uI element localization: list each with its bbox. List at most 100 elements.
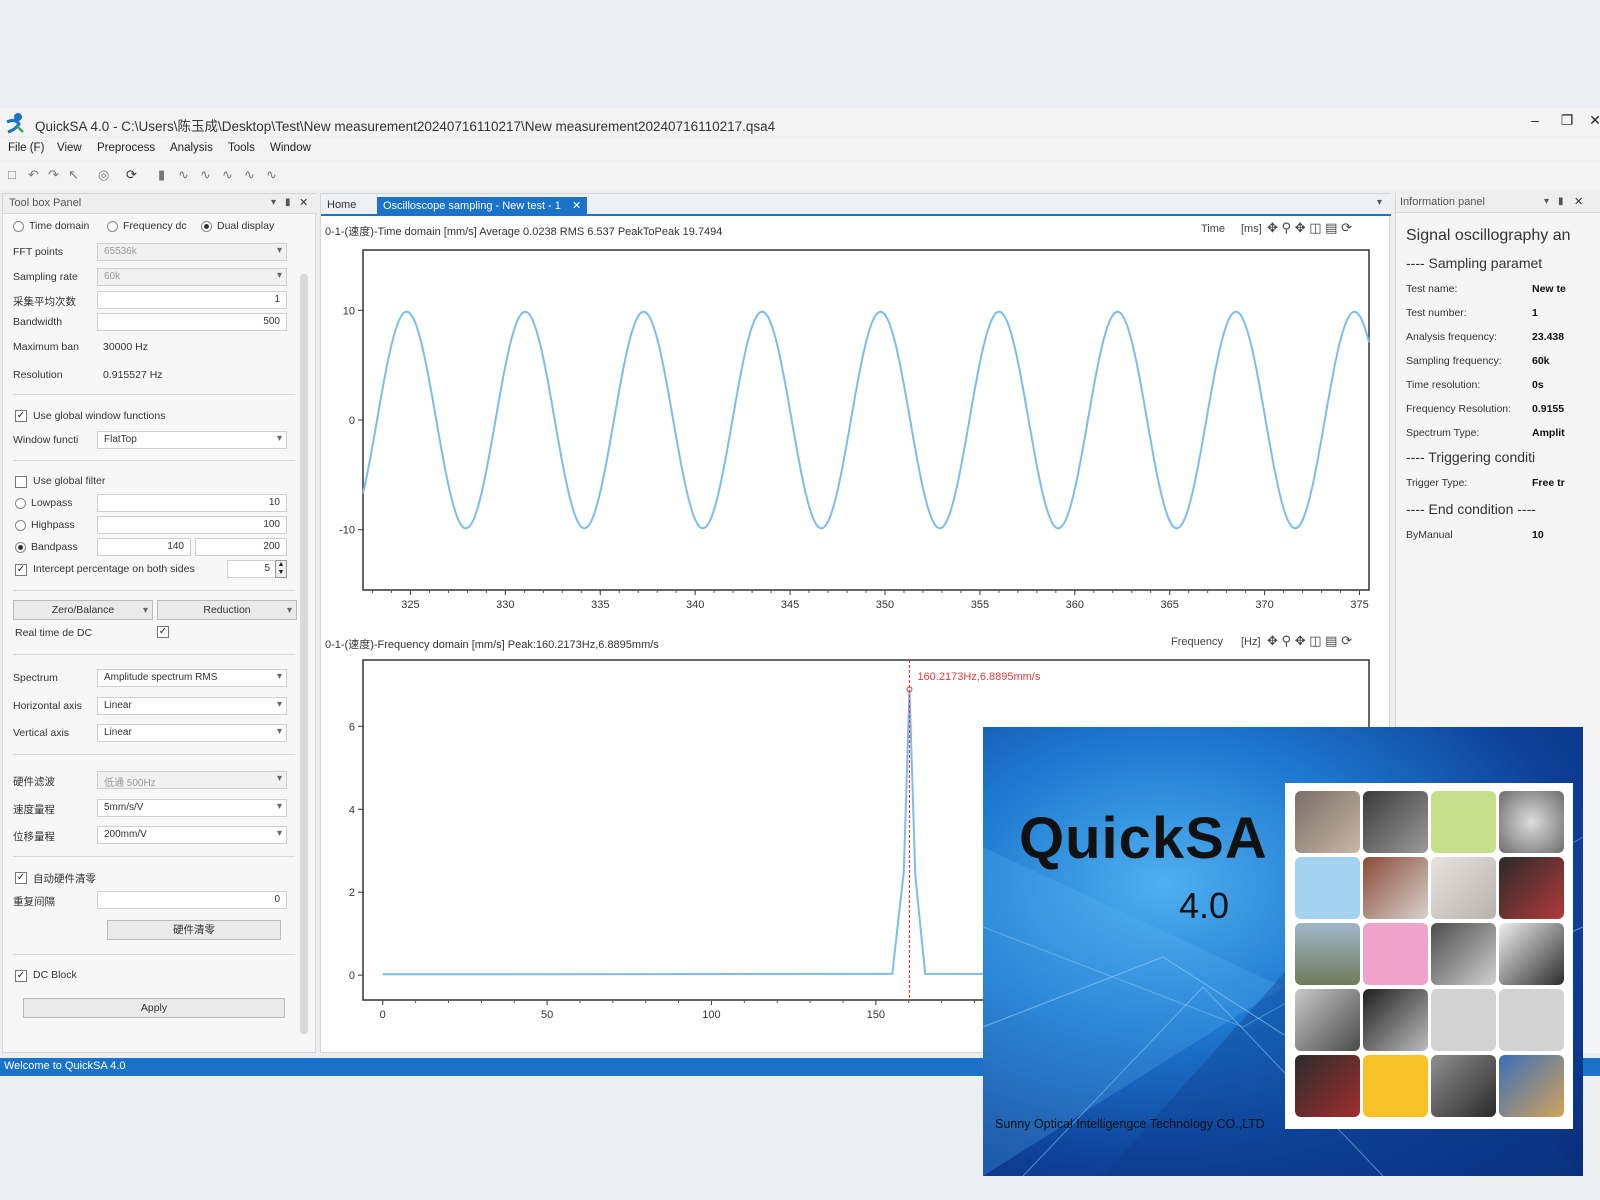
auto-zero-checkbox[interactable]: ✓ (15, 872, 27, 884)
radio-lowpass[interactable] (15, 498, 26, 509)
channel-1-icon[interactable]: ▮ (158, 167, 165, 183)
use-global-filter-checkbox[interactable] (15, 476, 27, 488)
radio-frequency-domain-label: Frequency dc (123, 220, 187, 232)
radio-highpass[interactable] (15, 520, 26, 531)
channel-5-icon[interactable]: ∿ (244, 167, 255, 183)
photo-tile (1363, 857, 1428, 919)
realtime-dc-checkbox[interactable]: ✓ (157, 626, 169, 638)
radio-time-domain[interactable] (13, 221, 24, 232)
time-domain-chart[interactable]: 325 330 335 340 345 350 355 360 365 370 375 -10 0 10 (321, 242, 1389, 632)
speed-range-select[interactable]: 5mm/s/V (97, 799, 287, 817)
menu-tools[interactable]: Tools (228, 142, 255, 154)
zero-balance-button[interactable]: Zero/Balance (13, 600, 153, 620)
fit-width-icon[interactable]: ◫ (1309, 633, 1321, 648)
radio-bandpass[interactable] (15, 542, 26, 553)
bandpass-low-input[interactable]: 140 (97, 538, 191, 556)
refresh-icon[interactable]: ⟳ (126, 167, 137, 183)
tab-list-icon[interactable]: ▾ (1377, 197, 1382, 208)
reduction-button[interactable]: Reduction (157, 600, 297, 620)
hardware-filter-select[interactable]: 低通 500Hz (97, 771, 287, 789)
dc-block-checkbox[interactable]: ✓ (15, 970, 27, 982)
spinner-icon[interactable]: ▲ ▼ (275, 560, 287, 578)
window-function-select[interactable]: FlatTop (97, 431, 287, 449)
move-icon[interactable]: ✥ (1295, 220, 1306, 235)
redo-icon[interactable]: ↷ (48, 167, 59, 183)
sampling-rate-select[interactable]: 60k (97, 268, 287, 286)
menu-preprocess[interactable]: Preprocess (97, 142, 155, 154)
lowpass-input[interactable]: 10 (97, 494, 287, 512)
average-count-label: 采集平均次数 (13, 296, 76, 308)
fit-width-icon[interactable]: ◫ (1309, 220, 1321, 235)
highpass-input[interactable]: 100 (97, 516, 287, 534)
tab-oscilloscope-label: Oscilloscope sampling - New test - 1 (383, 200, 561, 212)
channel-4-icon[interactable]: ∿ (222, 167, 233, 183)
toolbox-scrollbar[interactable] (300, 274, 308, 1034)
freq-axis-name: Frequency (1171, 636, 1223, 648)
toolbar: □ ↶ ↷ ↖ ◎ ⟳ ▮ ∿ ∿ ∿ ∿ ∿ (0, 162, 1600, 190)
intercept-checkbox[interactable]: ✓ (15, 564, 27, 576)
horizontal-axis-select[interactable]: Linear (97, 697, 287, 715)
horizontal-axis-label: Horizontal axis (13, 700, 82, 712)
close-tab-icon[interactable]: ✕ (572, 200, 581, 212)
menu-file[interactable]: File (F) (8, 142, 44, 154)
freq-x-tick-label: 150 (867, 1009, 885, 1021)
close-panel-icon[interactable]: ✕ (299, 196, 308, 209)
channel-6-icon[interactable]: ∿ (266, 167, 277, 183)
pan-icon[interactable]: ✥ (1267, 633, 1278, 648)
highpass-label: Highpass (31, 519, 75, 531)
pointer-icon[interactable]: ↖ (68, 167, 79, 183)
repeat-interval-label: 重复间隔 (13, 896, 55, 908)
menu-analysis[interactable]: Analysis (170, 142, 213, 154)
photo-tile (1295, 923, 1360, 985)
zoom-icon[interactable]: ⚲ (1282, 220, 1292, 235)
pin-icon[interactable]: ▮ (1558, 196, 1564, 207)
spectrum-select[interactable]: Amplitude spectrum RMS (97, 669, 287, 687)
menu-window[interactable]: Window (270, 142, 311, 154)
zoom-icon[interactable]: ⚲ (1282, 633, 1292, 648)
close-window-button[interactable]: ✕ (1586, 112, 1600, 129)
max-band-label: Maximum ban (13, 341, 79, 353)
apply-button[interactable]: Apply (23, 998, 285, 1018)
bandwidth-input[interactable]: 500 (97, 313, 287, 331)
menu-view[interactable]: View (57, 142, 82, 154)
bandpass-high-input[interactable]: 200 (195, 538, 287, 556)
move-icon[interactable]: ✥ (1295, 633, 1306, 648)
pin-icon[interactable]: ▮ (285, 197, 291, 208)
undo-icon[interactable]: ↶ (28, 167, 39, 183)
freq-y-tick-label: 4 (349, 804, 355, 816)
vertical-axis-select[interactable]: Linear (97, 724, 287, 742)
time-x-tick-label: 375 (1350, 599, 1368, 611)
displacement-range-select[interactable]: 200mm/V (97, 826, 287, 844)
pan-icon[interactable]: ✥ (1267, 220, 1278, 235)
record-icon[interactable]: ◎ (98, 167, 109, 183)
fft-points-select[interactable]: 65536k (97, 243, 287, 261)
end-condition-value: 10 (1532, 529, 1544, 541)
minimize-button[interactable]: – (1526, 112, 1544, 128)
divider (13, 460, 295, 461)
radio-frequency-domain[interactable] (107, 221, 118, 232)
panel-menu-icon[interactable]: ▾ (1544, 196, 1549, 207)
repeat-interval-input[interactable]: 0 (97, 891, 287, 909)
info-value: 60k (1532, 355, 1550, 367)
photo-tile (1499, 1055, 1564, 1117)
average-count-input[interactable]: 1 (97, 291, 287, 309)
tab-oscilloscope-sampling[interactable]: Oscilloscope sampling - New test - 1 ✕ (377, 197, 588, 214)
fit-height-icon[interactable]: ▤ (1325, 220, 1337, 235)
channel-3-icon[interactable]: ∿ (200, 167, 211, 183)
panel-menu-icon[interactable]: ▾ (271, 197, 276, 208)
new-icon[interactable]: □ (8, 167, 16, 182)
channel-2-icon[interactable]: ∿ (178, 167, 189, 183)
info-value: Amplit (1532, 427, 1565, 439)
information-panel-header: Information panel ▾ ▮ ✕ (1396, 193, 1600, 213)
reset-icon[interactable]: ⟳ (1341, 633, 1352, 648)
hardware-zero-button[interactable]: 硬件清零 (107, 920, 281, 940)
restore-button[interactable]: ❐ (1558, 112, 1576, 129)
fit-height-icon[interactable]: ▤ (1325, 633, 1337, 648)
close-panel-icon[interactable]: ✕ (1574, 195, 1583, 208)
use-global-window-checkbox[interactable]: ✓ (15, 410, 27, 422)
tab-home[interactable]: Home (321, 197, 362, 214)
radio-dual-display[interactable] (201, 221, 212, 232)
intercept-input[interactable]: 5 (227, 560, 277, 578)
freq-x-tick-label: 100 (702, 1009, 720, 1021)
reset-icon[interactable]: ⟳ (1341, 220, 1352, 235)
